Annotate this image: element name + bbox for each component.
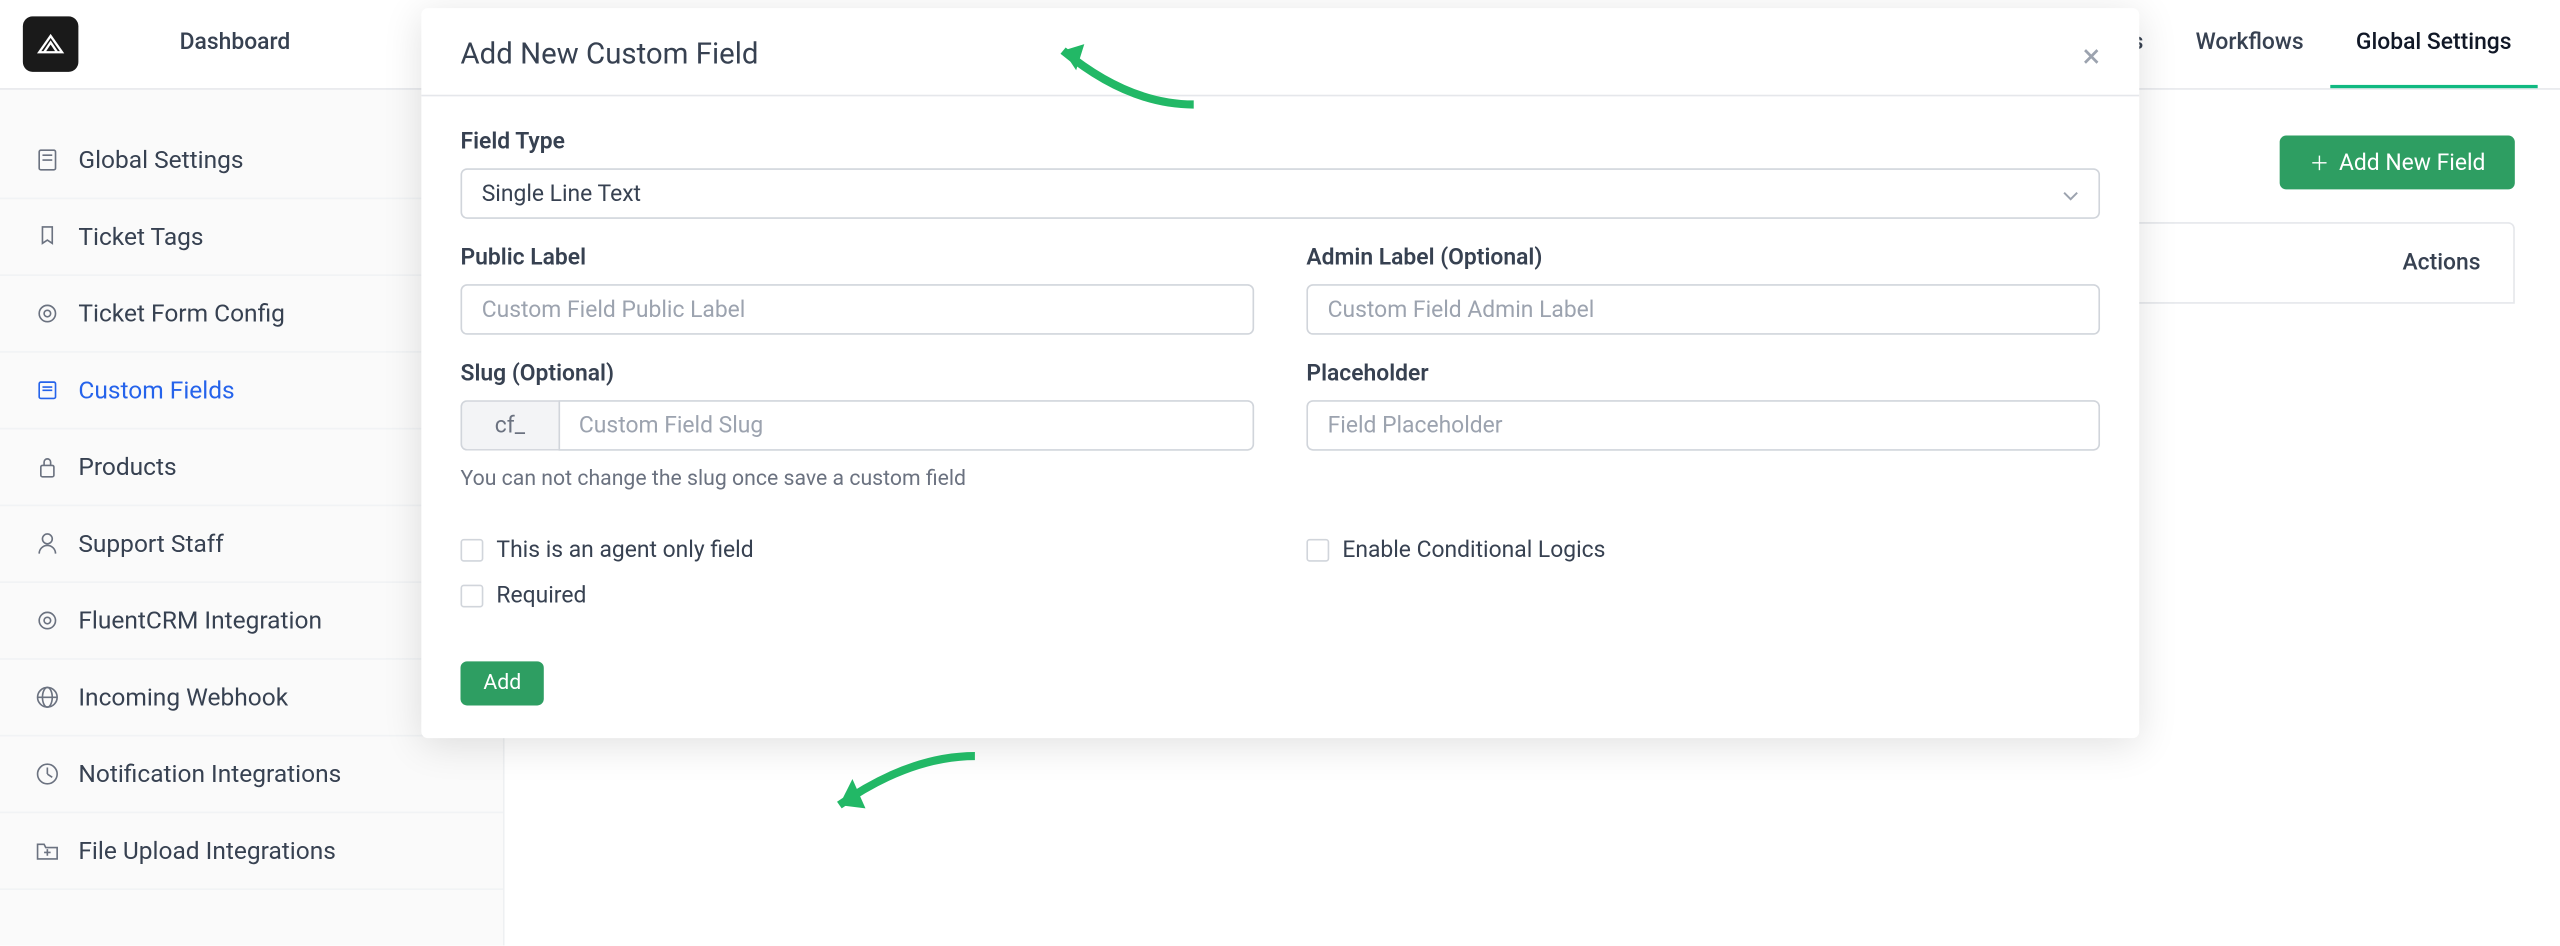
slug-label: Slug (Optional) [461, 361, 1255, 387]
agent-only-checkbox[interactable] [461, 539, 484, 562]
admin-label-input[interactable] [1306, 284, 2100, 335]
close-icon[interactable]: × [2083, 38, 2100, 71]
slug-input[interactable] [558, 400, 1254, 451]
public-label-input[interactable] [461, 284, 1255, 335]
placeholder-label: Placeholder [1306, 361, 2100, 387]
modal-title: Add New Custom Field [461, 38, 759, 72]
required-checkbox[interactable] [461, 585, 484, 608]
slug-helper-text: You can not change the slug once save a … [461, 467, 1255, 491]
add-button[interactable]: Add [461, 661, 545, 705]
field-type-select[interactable]: Single Line Text [461, 168, 2101, 219]
annotation-arrow-add [820, 743, 983, 828]
add-custom-field-modal: Add New Custom Field × Field Type Single… [421, 8, 2139, 738]
placeholder-input[interactable] [1306, 400, 2100, 451]
modal-footer: Add [421, 661, 2139, 738]
slug-prefix: cf_ [461, 400, 558, 451]
admin-label-label: Admin Label (Optional) [1306, 245, 2100, 271]
conditional-logics-label: Enable Conditional Logics [1342, 537, 1605, 563]
modal-body: Field Type Single Line Text Public Label [421, 96, 2139, 661]
field-type-value: Single Line Text [482, 180, 641, 206]
chevron-down-icon [2062, 180, 2078, 206]
field-type-label: Field Type [461, 129, 2101, 155]
agent-only-label: This is an agent only field [496, 537, 753, 563]
public-label-label: Public Label [461, 245, 1255, 271]
modal-overlay: Add New Custom Field × Field Type Single… [0, 0, 2560, 946]
conditional-logics-checkbox[interactable] [1306, 539, 1329, 562]
modal-header: Add New Custom Field × [421, 8, 2139, 96]
required-label: Required [496, 583, 586, 609]
